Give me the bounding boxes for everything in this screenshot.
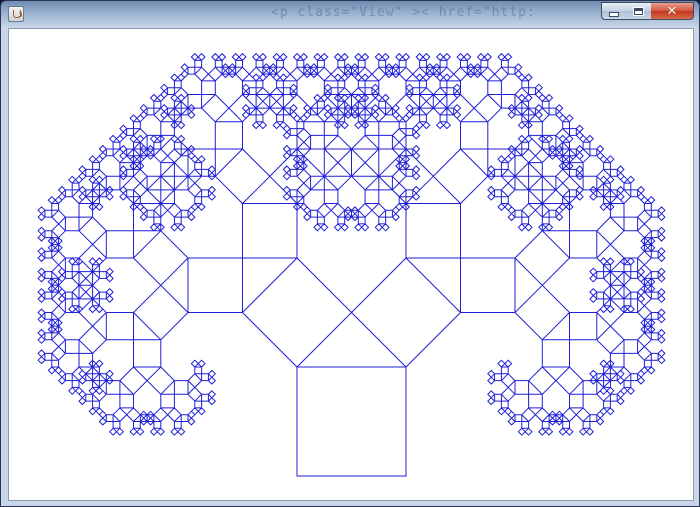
minimize-icon — [609, 11, 619, 17]
tree-branches — [37, 52, 666, 477]
drawing-canvas — [8, 28, 694, 501]
app-window: <p class="View" >< href="http: ✕ — [0, 0, 700, 507]
close-icon: ✕ — [666, 3, 678, 19]
title-bar-background-text: <p class="View" >< href="http: — [271, 5, 536, 20]
maximize-button[interactable] — [626, 2, 652, 20]
minimize-button[interactable] — [601, 2, 627, 20]
close-button[interactable]: ✕ — [651, 2, 694, 20]
pythagoras-tree-drawing — [37, 52, 666, 477]
java-app-icon[interactable] — [8, 6, 24, 22]
title-bar[interactable]: <p class="View" >< href="http: ✕ — [1, 1, 699, 27]
maximize-icon — [633, 6, 644, 16]
